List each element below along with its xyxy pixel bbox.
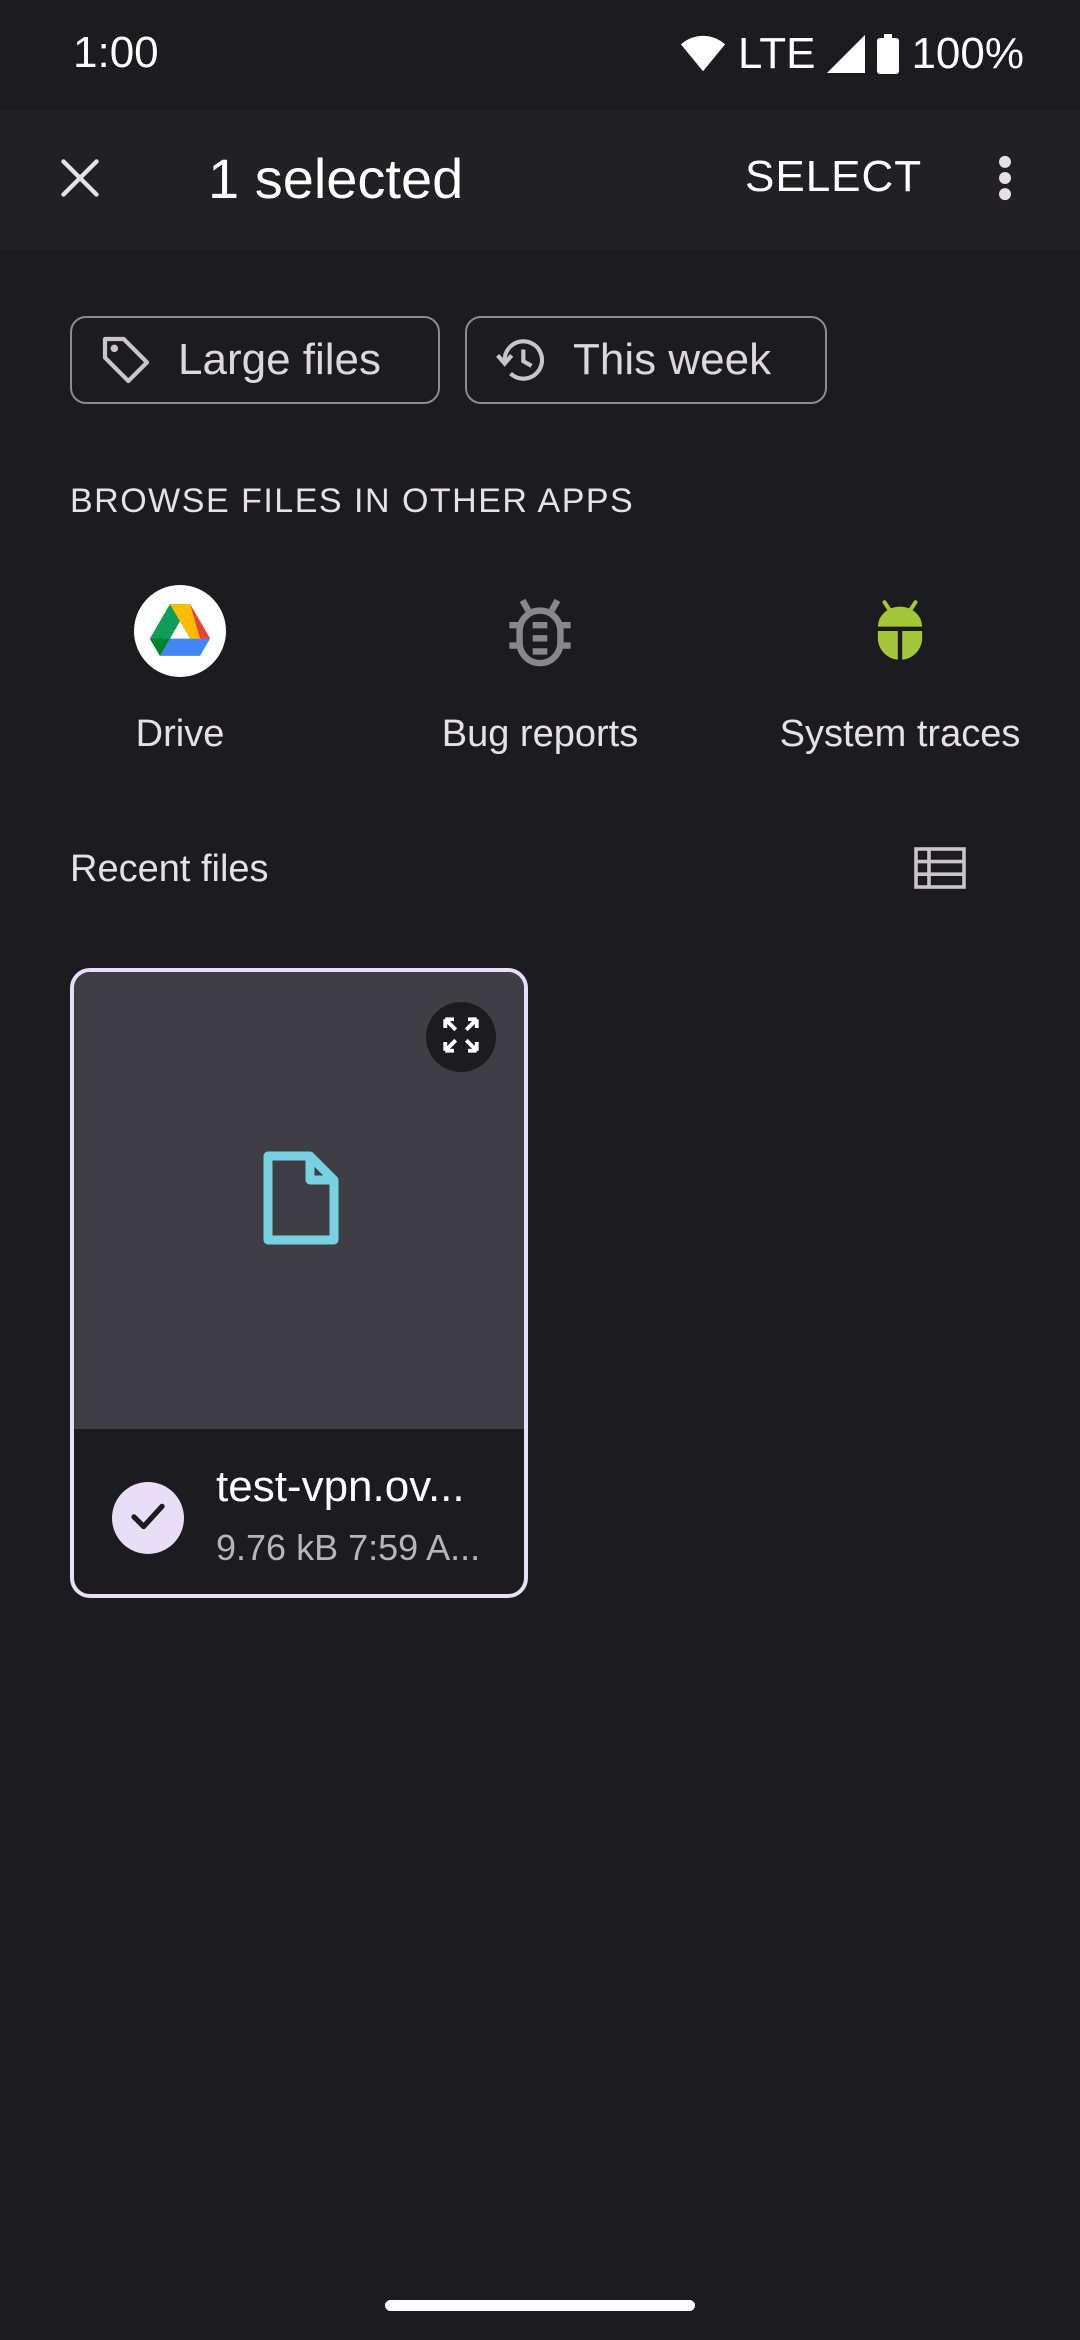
- cell-signal-icon: [827, 35, 866, 73]
- check-icon: [127, 1495, 169, 1542]
- document-icon: [262, 1150, 340, 1251]
- browse-section-heading: BROWSE FILES IN OTHER APPS: [70, 482, 635, 520]
- more-options-button[interactable]: [975, 140, 1035, 220]
- this-week-chip-label: This week: [573, 335, 772, 384]
- selected-checkbox[interactable]: [112, 1482, 184, 1554]
- select-button[interactable]: SELECT: [745, 152, 922, 202]
- drive-label: Drive: [135, 713, 225, 755]
- history-icon: [493, 332, 549, 388]
- this-week-chip[interactable]: This week: [465, 316, 827, 404]
- file-name: test-vpn.ov...: [216, 1462, 465, 1511]
- app-bar: 1 selected SELECT: [0, 110, 1080, 250]
- wifi-icon: [680, 34, 726, 74]
- file-card[interactable]: test-vpn.ov... 9.76 kB 7:59 A...: [70, 968, 528, 1598]
- more-vert-icon: [998, 155, 1012, 206]
- status-time: 1:00: [73, 28, 159, 77]
- drive-shortcut[interactable]: Drive: [0, 585, 360, 765]
- recent-files-heading: Recent files: [70, 848, 269, 890]
- android-icon: [854, 585, 946, 677]
- file-thumbnail: [74, 972, 524, 1429]
- close-button[interactable]: [40, 140, 120, 220]
- close-icon: [58, 156, 102, 205]
- list-view-button[interactable]: [905, 840, 975, 900]
- battery-percent: 100%: [911, 29, 1024, 78]
- system-traces-shortcut[interactable]: System traces: [720, 585, 1080, 765]
- tag-icon: [98, 332, 154, 388]
- status-bar: 1:00 LTE 100%: [0, 0, 1080, 110]
- google-drive-icon: [134, 585, 226, 677]
- page-title: 1 selected: [208, 147, 464, 210]
- status-icons: LTE 100%: [680, 26, 1024, 82]
- system-traces-label: System traces: [779, 713, 1021, 755]
- network-type: LTE: [738, 29, 816, 78]
- bug-icon: [494, 585, 586, 677]
- battery-icon: [877, 34, 900, 74]
- bug-reports-label: Bug reports: [441, 713, 639, 755]
- large-files-chip[interactable]: Large files: [70, 316, 440, 404]
- fullscreen-icon: [440, 1014, 482, 1061]
- large-files-chip-label: Large files: [178, 335, 382, 384]
- expand-preview-button[interactable]: [426, 1002, 496, 1072]
- file-meta: 9.76 kB 7:59 A...: [216, 1527, 481, 1568]
- gesture-nav-handle[interactable]: [385, 2300, 695, 2311]
- list-view-icon: [914, 846, 966, 894]
- bug-reports-shortcut[interactable]: Bug reports: [360, 585, 720, 765]
